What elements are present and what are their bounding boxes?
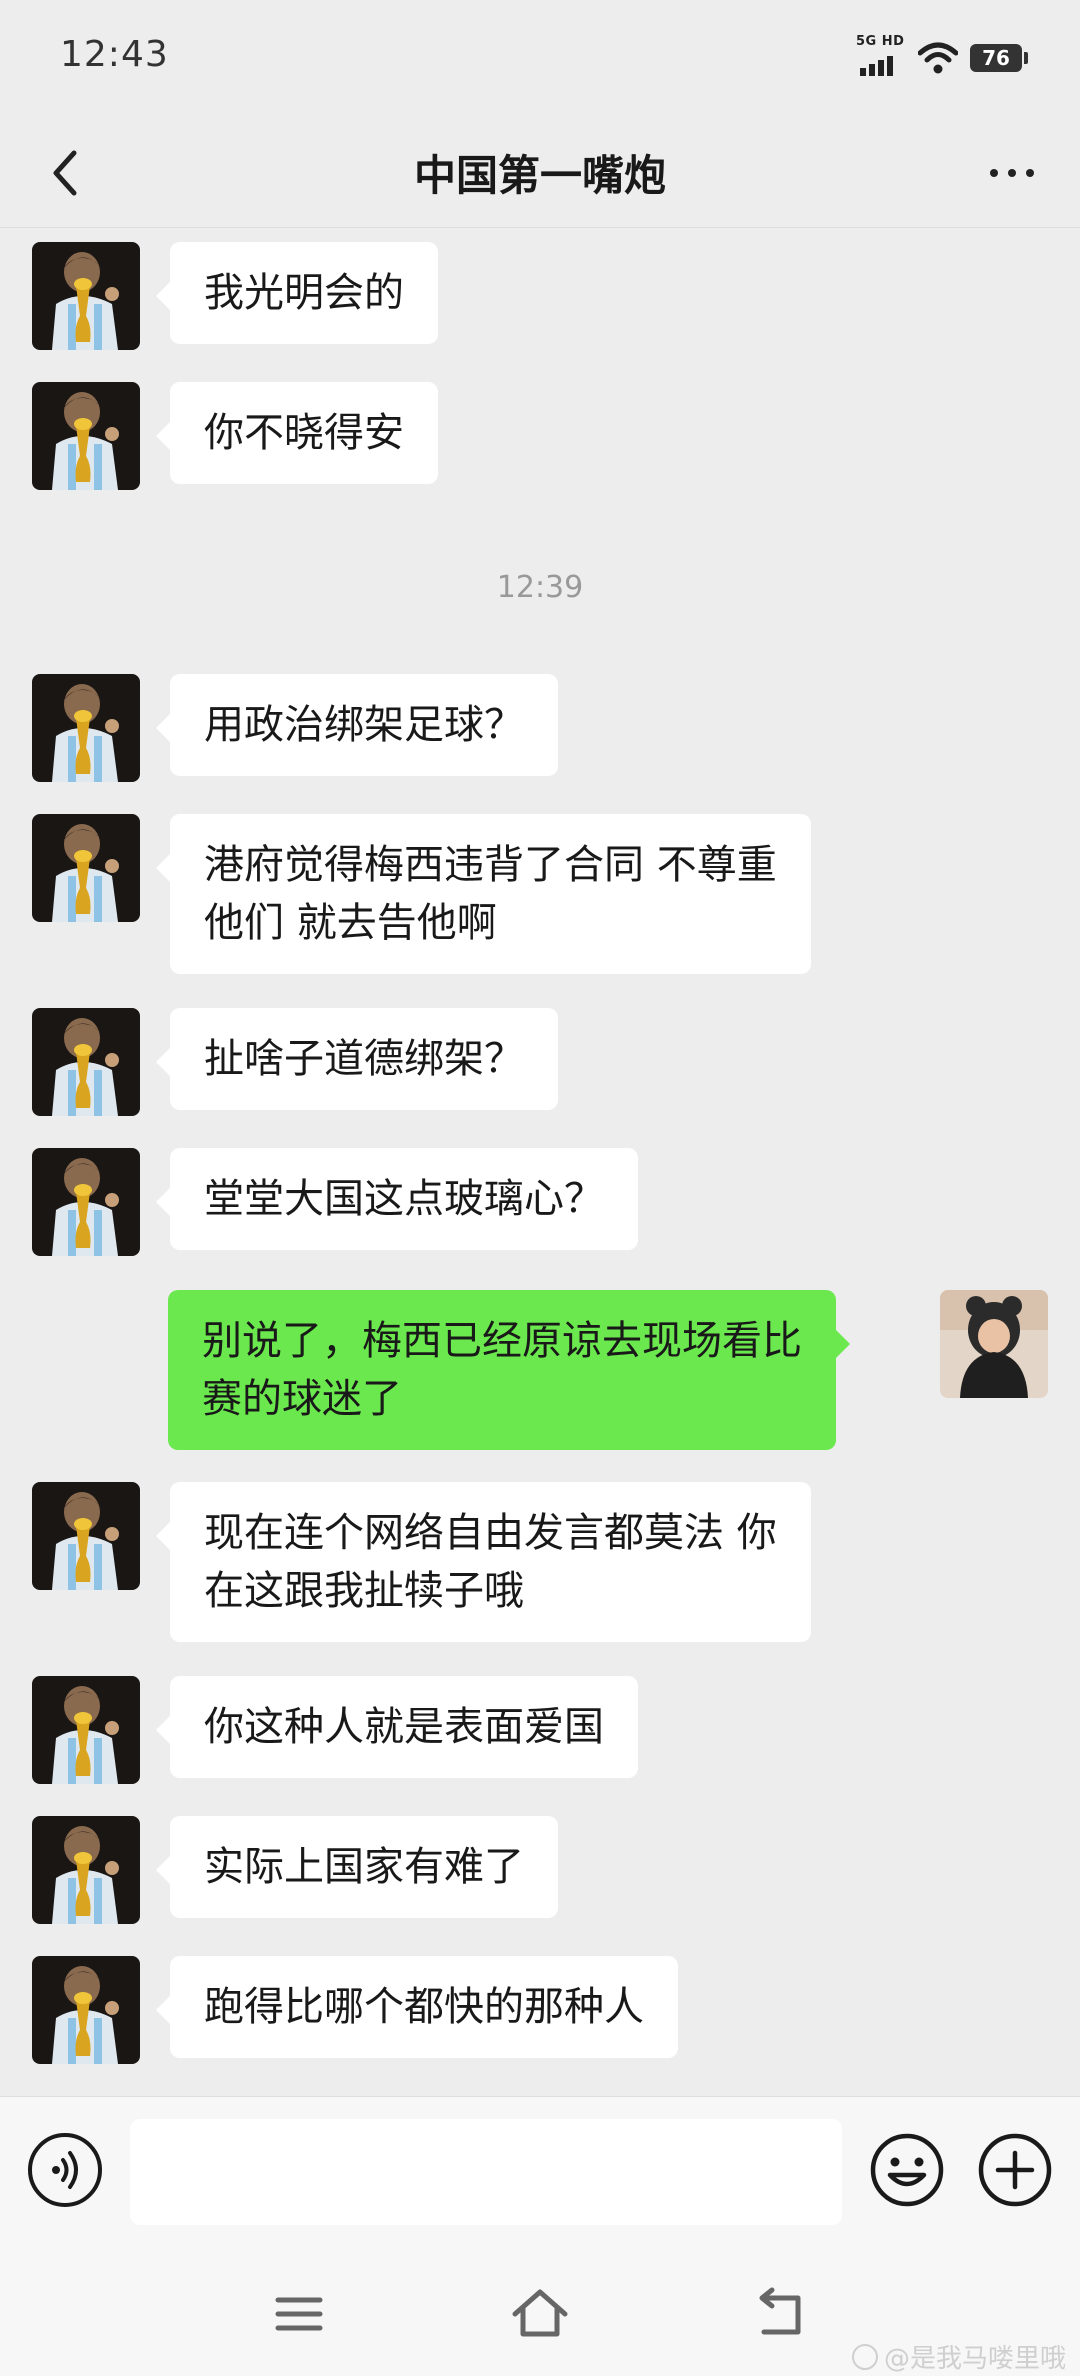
status-bar: 12:43 5G HD 76 [0,0,1080,116]
message-text: 扯啥子道德绑架？ [204,1036,524,1082]
status-icons: 5G HD 76 [856,34,1028,80]
status-time: 12:43 [60,34,169,75]
watermark: @是我马喽里哦 [851,2338,1066,2375]
home-button[interactable] [505,2284,575,2344]
message-text: 跑得比哪个都快的那种人 [204,1984,644,2030]
watermark-text: @是我马喽里哦 [883,2344,1066,2374]
message-bubble[interactable]: 用政治绑架足球？ [156,674,558,776]
message-text: 实际上国家有难了 [204,1844,524,1890]
voice-button[interactable] [28,2133,102,2207]
message-text: 赛的球迷了 [202,1376,402,1422]
menu-icon [275,2297,323,2331]
message-bubble[interactable]: 跑得比哪个都快的那种人 [156,1956,678,2058]
contact-avatar[interactable] [32,1676,140,1784]
battery-icon: 76 [970,44,1028,72]
back-icon [759,2287,801,2335]
contact-avatar[interactable] [32,1482,140,1590]
message-bubble[interactable]: 堂堂大国这点玻璃心？ [156,1148,638,1250]
message-text: 别说了，梅西已经原谅去现场看比 [202,1318,802,1364]
message-bubble[interactable]: 我光明会的 [156,242,438,344]
message-bubble[interactable]: 你不晓得安 [156,382,438,484]
contact-avatar[interactable] [32,1956,140,2064]
self-avatar[interactable] [940,1290,1048,1398]
message-text: 你这种人就是表面爱国 [204,1704,604,1750]
message-bubble[interactable]: 实际上国家有难了 [156,1816,558,1918]
back-nav-button[interactable] [746,2284,816,2344]
input-bar [0,2096,1080,2244]
chat-messages[interactable]: 我光明会的 你不晓得安 12:39 用政治绑架足球？ 港府觉得梅西违背了合同 不… [0,228,1080,2096]
contact-avatar[interactable] [32,674,140,782]
plus-icon [978,2133,1052,2207]
message-text: 港府觉得梅西违背了合同 不尊重 [204,842,777,888]
home-icon [512,2289,568,2337]
voice-icon [52,2151,78,2189]
battery-level: 76 [982,46,1010,70]
network-label: 5G HD [856,34,905,49]
signal-icon: 5G HD [856,34,906,78]
plus-button[interactable] [976,2131,1054,2209]
message-bubble[interactable]: 港府觉得梅西违背了合同 不尊重 他们 就去告他啊 [156,814,811,974]
message-text: 我光明会的 [204,270,404,316]
wifi-icon [918,42,958,74]
message-text: 现在连个网络自由发言都莫法 你 [204,1510,777,1556]
contact-avatar[interactable] [32,1008,140,1116]
contact-avatar[interactable] [32,382,140,490]
message-bubble[interactable]: 现在连个网络自由发言都莫法 你 在这跟我扯犊子哦 [156,1482,811,1642]
menu-button[interactable] [264,2284,334,2344]
more-dots-icon [990,169,998,177]
more-button[interactable] [972,138,1052,208]
time-divider: 12:39 [496,570,584,605]
message-input[interactable] [130,2119,842,2225]
contact-avatar[interactable] [32,242,140,350]
emoji-button[interactable] [868,2131,946,2209]
system-navigation: @是我马喽里哦 [0,2244,1080,2376]
contact-avatar[interactable] [32,814,140,922]
chat-title: 中国第一嘴炮 [413,151,666,200]
message-text: 你不晓得安 [204,410,404,456]
message-text: 用政治绑架足球？ [204,702,524,748]
contact-avatar[interactable] [32,1816,140,1924]
emoji-icon [870,2133,944,2207]
message-text: 他们 就去告他啊 [204,900,497,946]
chat-header: 中国第一嘴炮 [0,116,1080,228]
contact-avatar[interactable] [32,1148,140,1256]
watermark-icon [851,2343,878,2370]
message-bubble[interactable]: 扯啥子道德绑架？ [156,1008,558,1110]
message-bubble[interactable]: 你这种人就是表面爱国 [156,1676,638,1778]
message-text: 在这跟我扯犊子哦 [204,1568,524,1614]
message-text: 堂堂大国这点玻璃心？ [204,1176,604,1222]
message-bubble-self[interactable]: 别说了，梅西已经原谅去现场看比 赛的球迷了 [168,1290,850,1450]
